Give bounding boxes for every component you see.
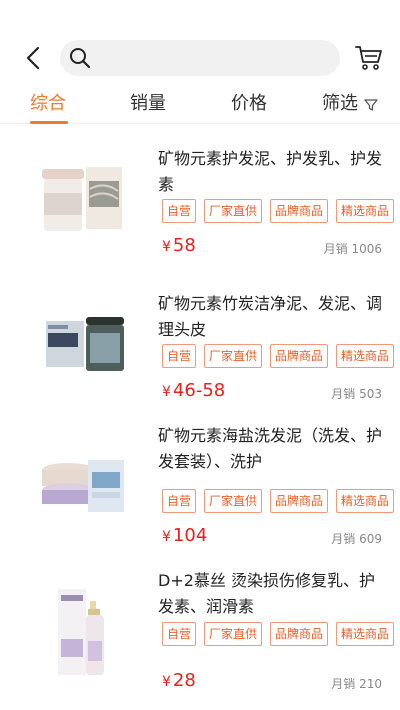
currency-symbol: ¥ (162, 529, 171, 545)
product-title[interactable]: 矿物元素护发泥、护发乳、护发素 (158, 146, 384, 198)
tag-self-operated: 自营 (162, 622, 197, 646)
funnel-icon[interactable] (364, 98, 378, 112)
cart-icon[interactable] (354, 44, 384, 72)
product-image[interactable] (28, 145, 138, 255)
product-item[interactable]: 矿物元素竹炭洁净泥、发泥、调理头皮 自营 厂家直供 品牌商品 精选商品 ¥46-… (0, 270, 400, 415)
product-price: ¥46-58 (162, 380, 225, 401)
product-price: ¥104 (162, 525, 207, 546)
chevron-left-icon[interactable] (20, 44, 48, 72)
tag-factory-direct: 厂家直供 (204, 344, 263, 368)
tab-sales[interactable]: 销量 (130, 90, 166, 118)
product-price: ¥58 (162, 235, 196, 256)
tab-comprehensive[interactable]: 综合 (30, 90, 68, 124)
tag-self-operated: 自营 (162, 489, 197, 513)
tag-brand: 品牌商品 (270, 489, 329, 513)
tag-factory-direct: 厂家直供 (204, 622, 263, 646)
currency-symbol: ¥ (162, 239, 171, 255)
price-value: 104 (172, 525, 208, 546)
tab-label: 综合 (30, 93, 66, 114)
price-value: 58 (172, 235, 196, 256)
monthly-sales: 月销 210 (331, 677, 382, 691)
currency-symbol: ¥ (162, 384, 171, 400)
currency-symbol: ¥ (162, 674, 171, 690)
monthly-sales: 月销 609 (331, 532, 382, 546)
monthly-sales: 月销 1006 (323, 242, 382, 256)
tag-selected: 精选商品 (336, 489, 395, 513)
tag-brand: 品牌商品 (270, 622, 329, 646)
product-image[interactable] (28, 575, 138, 685)
product-item[interactable]: 矿物元素海盐洗发泥（洗发、护发套装）、洗护 自营 厂家直供 品牌商品 精选商品 … (0, 415, 400, 560)
tag-brand: 品牌商品 (270, 199, 329, 223)
tab-label: 价格 (231, 93, 267, 114)
product-title[interactable]: 矿物元素竹炭洁净泥、发泥、调理头皮 (158, 291, 384, 343)
active-tab-indicator (30, 121, 68, 124)
product-tags: 自营 厂家直供 品牌商品 精选商品 (162, 199, 400, 223)
product-title[interactable]: D+2慕丝 烫染损伤修复乳、护发素、润滑素 (158, 568, 384, 620)
tab-label: 销量 (130, 93, 166, 114)
product-price: ¥28 (162, 670, 196, 691)
tag-brand: 品牌商品 (270, 344, 329, 368)
product-image[interactable] (28, 430, 138, 540)
tab-filter[interactable]: 筛选 (322, 90, 358, 118)
price-value: 46-58 (172, 380, 226, 401)
price-value: 28 (172, 670, 196, 691)
product-item[interactable]: D+2慕丝 烫染损伤修复乳、护发素、润滑素 自营 厂家直供 品牌商品 精选商品 … (0, 560, 400, 705)
search-icon (70, 48, 91, 69)
tag-factory-direct: 厂家直供 (204, 489, 263, 513)
tag-selected: 精选商品 (336, 199, 395, 223)
tag-selected: 精选商品 (336, 344, 395, 368)
tab-price[interactable]: 价格 (231, 90, 267, 118)
product-item[interactable]: 矿物元素护发泥、护发乳、护发素 自营 厂家直供 品牌商品 精选商品 ¥58 月销… (0, 125, 400, 270)
sort-bar: 综合 销量 价格 筛选 (0, 84, 400, 124)
tab-label: 筛选 (322, 93, 358, 114)
tag-self-operated: 自营 (162, 199, 197, 223)
product-title[interactable]: 矿物元素海盐洗发泥（洗发、护发套装）、洗护 (158, 423, 384, 475)
top-bar (0, 38, 400, 78)
product-tags: 自营 厂家直供 品牌商品 精选商品 (162, 622, 400, 646)
search-box[interactable] (60, 40, 340, 76)
monthly-sales: 月销 503 (331, 387, 382, 401)
tag-selected: 精选商品 (336, 622, 395, 646)
product-image[interactable] (28, 285, 138, 395)
tag-factory-direct: 厂家直供 (204, 199, 263, 223)
product-tags: 自营 厂家直供 品牌商品 精选商品 (162, 344, 400, 368)
tag-self-operated: 自营 (162, 344, 197, 368)
product-tags: 自营 厂家直供 品牌商品 精选商品 (162, 489, 400, 513)
search-input[interactable] (98, 40, 328, 76)
